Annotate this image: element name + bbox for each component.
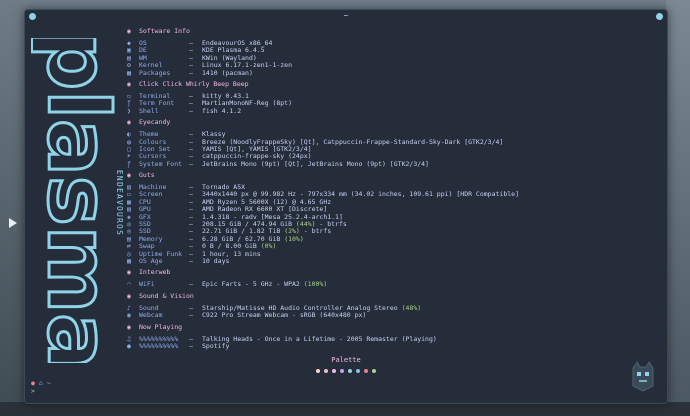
section-title-text: Software Info xyxy=(139,27,190,35)
spotify-icon: ● xyxy=(127,341,131,350)
info-row: ƒ System Font — JetBrains Mono (9pt) [Qt], … xyxy=(127,159,657,168)
wallpaper-left xyxy=(0,0,24,416)
section-title-text: Interweb xyxy=(139,268,171,277)
info-separator: — xyxy=(189,106,193,115)
wifi-icon: ◠ xyxy=(127,280,131,289)
info-row: ▦ OS Age — 10 days xyxy=(127,256,657,265)
music-icon: ◉ xyxy=(127,322,131,331)
info-row: ◠ WiFi — Epic Farts - 5 GHz - WPA2 (100%) xyxy=(127,280,657,289)
info-key: Webcam xyxy=(139,311,163,320)
info-value: fish 4.1.2 xyxy=(202,106,242,115)
info-value-suffix: - btrfs xyxy=(299,227,332,236)
info-row: ❯ Shell — fish 4.1.2 xyxy=(127,106,657,115)
prompt-arrow: > xyxy=(31,387,35,395)
section-title-text: Guts xyxy=(139,171,155,180)
section-title-text: Now Playing xyxy=(139,322,183,331)
info-percent: (0%) xyxy=(260,242,277,251)
window-titlebar[interactable]: ~ xyxy=(25,10,667,24)
info-key: Packages xyxy=(139,68,171,77)
palette: Palette xyxy=(25,356,667,373)
info-key: OS Age xyxy=(139,256,163,265)
section-heading: ◉ Interweb xyxy=(127,268,657,277)
palette-swatch xyxy=(364,369,368,373)
globe-icon: ◉ xyxy=(127,268,131,277)
info-key: System Font xyxy=(139,159,183,168)
chip-icon: ◉ xyxy=(127,171,131,180)
info-value: C922 Pro Stream Webcam - sRGB (640x480 p… xyxy=(202,311,367,320)
info-separator: — xyxy=(189,159,193,168)
terminal-window[interactable]: ~ plasma ENDEAVOUROS ◉ Software Info ◆ OS — E… xyxy=(24,9,668,404)
info-separator: — xyxy=(189,256,193,265)
palette-swatch xyxy=(316,369,320,373)
info-percent: (10%) xyxy=(284,234,304,243)
palette-swatch xyxy=(332,369,336,373)
wallpaper-right xyxy=(666,0,690,416)
palette-swatch xyxy=(340,369,344,373)
section-heading: ◉ Sound & Vision xyxy=(127,291,657,301)
terminal-section-icon: ◉ xyxy=(127,79,131,88)
info-separator: — xyxy=(189,280,193,289)
info-value: 1410 (pacman) xyxy=(202,68,253,77)
info-key: %%%%%%%%%% xyxy=(139,341,179,350)
taskbar xyxy=(0,402,690,416)
prompt-dir: ~ xyxy=(46,379,51,387)
plasma-logo: plasma ENDEAVOUROS xyxy=(31,38,129,363)
fastfetch-output: ◉ Software Info ◆ OS — EndeavourOS x86_64 ▣ DE —… xyxy=(127,24,657,350)
mascot-icon xyxy=(632,361,654,392)
speaker-icon: ◉ xyxy=(127,291,131,300)
info-row: ▦ Packages — 1410 (pacman) xyxy=(127,68,657,77)
info-percent: (100%) xyxy=(303,280,328,289)
window-close-icon[interactable] xyxy=(656,13,663,20)
palette-swatch xyxy=(324,369,328,373)
info-value: JetBrains Mono (9pt) [Qt], JetBrains Mon… xyxy=(202,159,429,168)
info-row: ●%%%%%%%%%% — Spotify xyxy=(127,341,657,350)
section-heading: ◉ Now Playing xyxy=(127,322,657,332)
section-heading: ◉ Eyecandy xyxy=(127,118,657,127)
computer-icon: ◉ xyxy=(127,27,131,35)
palette-title: Palette xyxy=(331,356,361,364)
eye-icon: ◉ xyxy=(127,118,131,127)
section-title-text: Eyecandy xyxy=(139,118,171,127)
section-heading: ◉ Software Info xyxy=(127,27,657,36)
info-key: WiFi xyxy=(139,280,155,289)
window-title: ~ xyxy=(343,11,349,20)
section-heading: ◉ Click Click Whirly Beep Beep xyxy=(127,79,657,89)
info-row: ◉ Webcam — C922 Pro Stream Webcam - sRGB (6… xyxy=(127,311,657,320)
section-title-text: Sound & Vision xyxy=(139,291,194,300)
shell-icon: ❯ xyxy=(127,106,131,115)
prompt-os-icon: ● xyxy=(31,379,35,387)
endeavouros-tag: ENDEAVOUROS xyxy=(115,170,124,236)
package-icon: ▦ xyxy=(127,68,131,77)
info-value: Epic Farts - 5 GHz - WPA2 xyxy=(202,280,304,289)
info-value: 10 days xyxy=(202,256,230,265)
info-value: Talking Heads - Once in a Lifetime - 200… xyxy=(202,334,437,343)
webcam-icon: ◉ xyxy=(127,311,131,320)
section-heading: ◉ Guts xyxy=(127,171,657,180)
info-percent: (48%) xyxy=(401,303,422,312)
info-value: Spotify xyxy=(202,341,230,350)
calendar-icon: ▦ xyxy=(127,256,131,265)
palette-swatches xyxy=(25,369,667,373)
prompt-home-icon: ⌂ xyxy=(38,379,43,387)
mouse-cursor-icon xyxy=(9,218,17,228)
info-separator: — xyxy=(189,68,193,77)
prompt-segment: ● ⌂ ~ xyxy=(31,379,51,387)
palette-swatch xyxy=(372,369,376,373)
prompt-input-line[interactable]: > xyxy=(31,387,51,395)
shell-prompt[interactable]: ● ⌂ ~ > xyxy=(31,379,51,395)
plasma-logo-text: plasma xyxy=(31,38,127,363)
palette-swatch xyxy=(356,369,360,373)
info-separator: — xyxy=(189,311,193,320)
section-title-text: Click Click Whirly Beep Beep xyxy=(139,79,249,88)
info-separator: — xyxy=(189,341,193,350)
palette-swatch xyxy=(348,369,352,373)
info-key: Shell xyxy=(139,106,159,115)
font-icon: ƒ xyxy=(127,159,131,168)
